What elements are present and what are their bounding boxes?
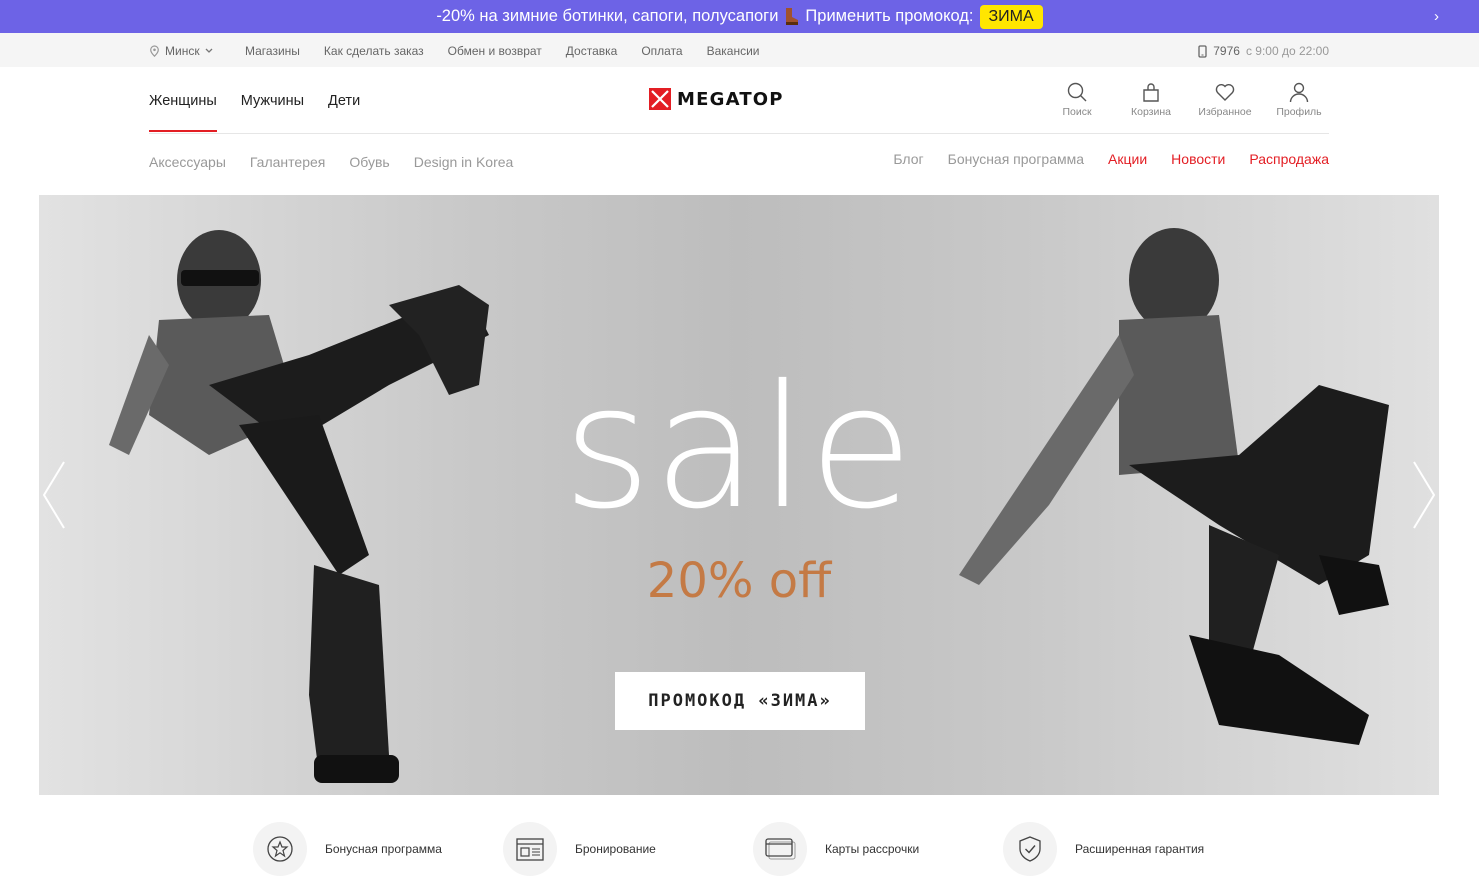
promo-code-badge[interactable]: ЗИМА [979,4,1043,29]
megatop-logo[interactable]: MEGATOP [649,88,784,110]
info-link[interactable]: Магазины [245,44,300,58]
chevron-left-icon [42,461,65,529]
feature-booking[interactable]: Бронирование [503,821,753,876]
carousel-next-button[interactable] [1410,460,1438,535]
feature-installment-cards[interactable]: Карты рассрочки [753,821,1003,876]
location-pin-icon [150,45,159,57]
calendar-booking-icon [503,821,557,876]
promo-code-button[interactable]: ПРОМОКОД «ЗИМА» [615,672,865,730]
service-link[interactable]: Бонусная программа [948,151,1084,167]
search-icon [1067,82,1087,102]
hero-subline: 20% off [646,553,832,609]
profile-label: Профиль [1276,106,1322,118]
service-link[interactable]: Распродажа [1249,151,1329,167]
service-link[interactable]: Новости [1171,151,1225,167]
boot-icon [783,7,800,26]
category-link[interactable]: Галантерея [250,154,325,170]
user-icon [1289,82,1309,103]
info-link[interactable]: Обмен и возврат [448,44,542,58]
credit-card-icon [753,821,807,876]
logo-mark-icon [649,88,671,110]
gender-tabs: Женщины Мужчины Дети [149,93,360,132]
phone-icon [1198,44,1207,58]
service-link[interactable]: Акции [1108,151,1147,167]
phone-contact[interactable]: 7976 с 9:00 до 22:00 [1198,44,1329,58]
cart-button[interactable]: Корзина [1121,81,1181,118]
logo-text: MEGATOP [677,88,784,110]
category-link[interactable]: Обувь [349,154,389,170]
tab-women[interactable]: Женщины [149,93,217,132]
cart-icon [1143,83,1159,102]
working-hours: с 9:00 до 22:00 [1245,44,1329,58]
info-link[interactable]: Оплата [641,44,682,58]
hero-headline: sale [562,349,916,547]
promo-bar[interactable]: -20% на зимние ботинки, сапоги, полусапо… [0,0,1479,33]
heart-icon [1215,84,1235,101]
info-links: Магазины Как сделать заказ Обмен и возврат… [245,44,760,58]
search-label: Поиск [1062,106,1092,118]
main-header: Женщины Мужчины Дети MEGATOP Поиск Корзи… [149,67,1329,134]
category-links: Аксессуары Галантерея Обувь Design in Korea [149,154,513,170]
info-link[interactable]: Вакансии [707,44,760,58]
feature-label: Карты рассрочки [825,841,920,856]
tab-kids[interactable]: Дети [328,93,360,109]
chevron-down-icon [205,48,213,53]
profile-button[interactable]: Профиль [1269,81,1329,118]
feature-label: Бонусная программа [325,841,442,856]
feature-label: Бронирование [575,841,656,856]
info-bar: Минск Магазины Как сделать заказ Обмен и в… [0,33,1479,67]
category-link[interactable]: Аксессуары [149,154,226,170]
favorites-button[interactable]: Избранное [1195,81,1255,118]
shield-check-icon [1003,821,1057,876]
chevron-right-icon[interactable]: › [1434,8,1439,25]
city-name: Минск [165,44,200,58]
features-strip: Бонусная программа Бронирование Карты ра… [253,821,1253,876]
cart-label: Корзина [1131,106,1171,118]
feature-bonus[interactable]: Бонусная программа [253,821,503,876]
city-selector[interactable]: Минск [149,44,213,58]
phone-number: 7976 [1213,44,1240,58]
chevron-right-icon [1413,461,1436,529]
star-badge-icon [253,821,307,876]
service-link[interactable]: Блог [893,151,923,167]
feature-warranty[interactable]: Расширенная гарантия [1003,821,1253,876]
search-button[interactable]: Поиск [1047,81,1107,118]
carousel-prev-button[interactable] [40,460,68,535]
tab-men[interactable]: Мужчины [241,93,304,109]
feature-label: Расширенная гарантия [1075,841,1205,856]
category-nav: Аксессуары Галантерея Обувь Design in Korea… [149,151,1329,175]
service-links: Блог Бонусная программа Акции Новости Распро… [893,151,1329,167]
info-link[interactable]: Как сделать заказ [324,44,424,58]
promo-apply-text: Применить промокод: [805,7,974,25]
favorites-label: Избранное [1198,106,1252,118]
category-link[interactable]: Design in Korea [414,154,514,170]
promo-text: -20% на зимние ботинки, сапоги, полусапо… [436,7,779,25]
info-link[interactable]: Доставка [566,44,618,58]
hero-banner[interactable]: sale 20% off ПРОМОКОД «ЗИМА» [39,195,1439,795]
header-icons: Поиск Корзина Избранное Профиль [1047,81,1329,118]
